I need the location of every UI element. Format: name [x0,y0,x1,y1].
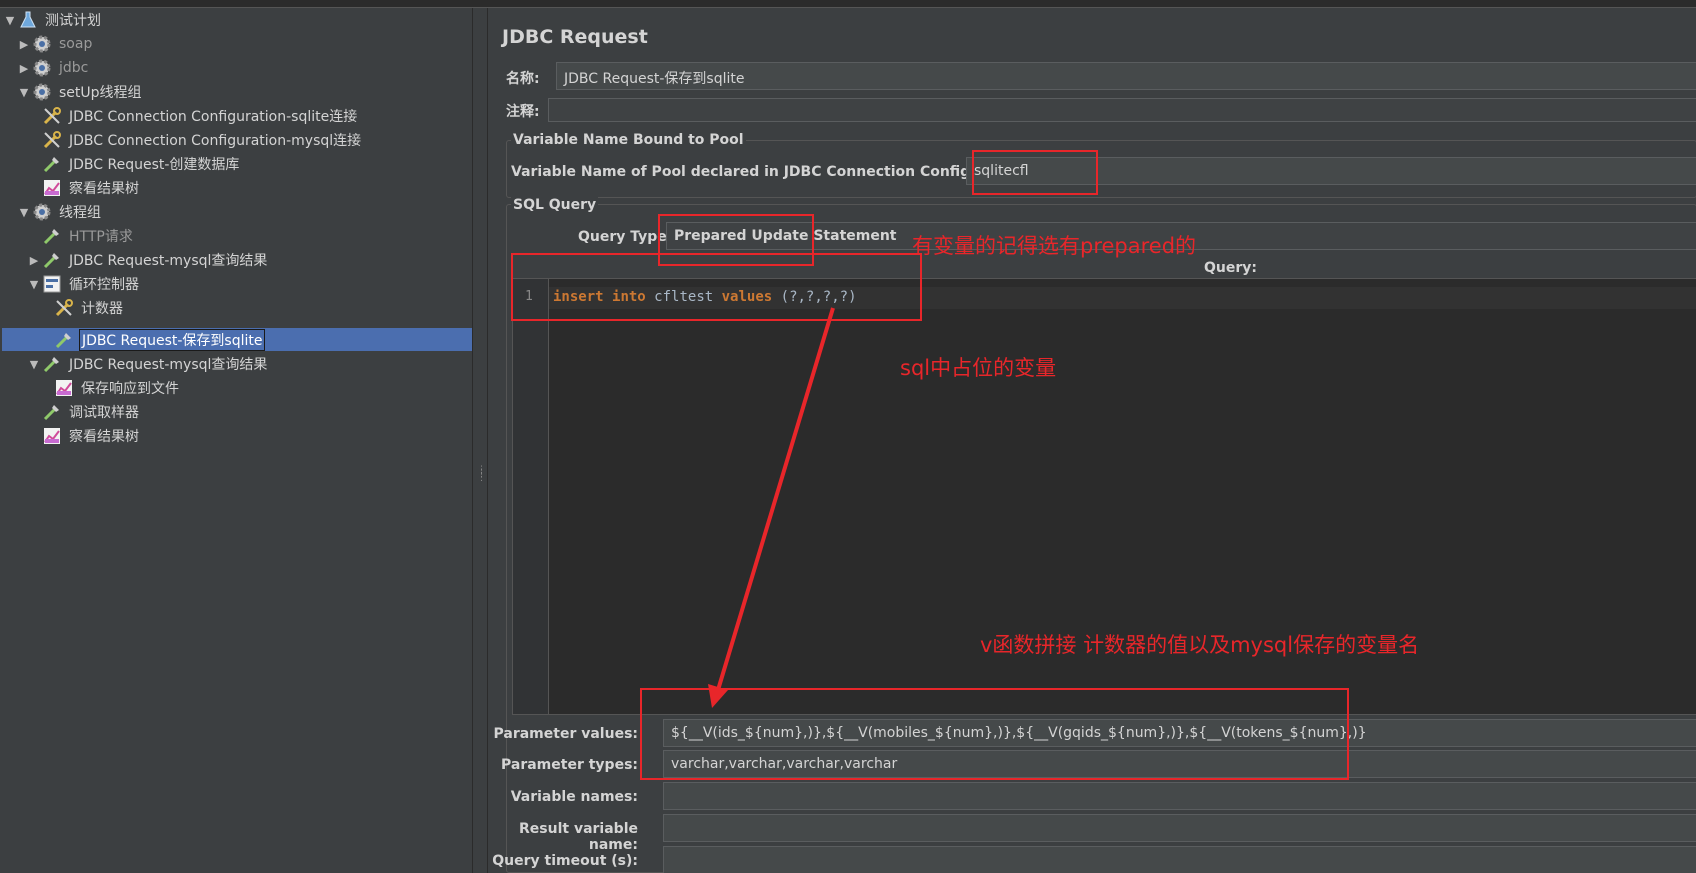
collapse-arrow-icon[interactable]: ▼ [28,278,40,291]
flask-icon [18,10,38,30]
wrench-icon [42,106,62,126]
tree-item-http-request[interactable]: HTTP请求 [28,225,135,247]
name-field[interactable]: JDBC Request-保存到sqlite [556,62,1696,90]
expand-arrow-icon[interactable]: ▶ [18,62,30,75]
tree-item-label: JDBC Connection Configuration-mysql连接 [69,133,362,149]
gear-icon [32,58,52,78]
comment-label: 注释: [506,104,540,120]
tree-item-label: JDBC Request-保存到sqlite [79,329,266,351]
annotation-box-sql [511,253,922,321]
panel-splitter[interactable]: ⋮ ⋮ ⋮ [474,8,486,873]
tree-item-jdbc-config-sqlite[interactable]: JDBC Connection Configuration-sqlite连接 [28,105,359,127]
parameter-types-label: Parameter types: [501,757,638,773]
tree-item-jdbc[interactable]: ▶ jdbc [18,57,90,79]
query-timeout-label: Query timeout (s): [492,853,638,869]
query-timeout-field[interactable] [663,846,1696,873]
gear-icon [32,34,52,54]
tree-item-jdbc-request-save-sqlite[interactable]: JDBC Request-保存到sqlite [40,329,266,351]
tree-item-label: jdbc [59,60,89,76]
expand-arrow-icon[interactable]: ▶ [28,254,40,267]
collapse-arrow-icon[interactable]: ▼ [18,206,30,219]
result-variable-name-label: Result variable name: [519,821,638,853]
pool-label: Variable Name of Pool declared in JDBC C… [511,164,1034,180]
sql-query-group-title: SQL Query [511,197,599,213]
tree-item-label: JDBC Request-创建数据库 [69,157,240,173]
page-title: JDBC Request [502,26,648,48]
pool-group-title: Variable Name Bound to Pool [511,132,746,148]
gear-icon [32,82,52,102]
pipette-icon [42,226,62,246]
test-plan-tree: ▼ 测试计划 ▶ soap ▶ jdbc ▼ setUp线程组 JDBC Con… [0,8,473,873]
tree-item-view-results-tree[interactable]: 察看结果树 [28,177,141,199]
tree-item-thread-group[interactable]: ▼ 线程组 [18,201,103,223]
tree-item-label: 调试取样器 [69,405,139,421]
wrench-icon [42,130,62,150]
tree-item-label: setUp线程组 [59,85,142,101]
tree-item-label: soap [59,36,93,52]
pipette-icon [42,354,62,374]
tree-item-label: 计数器 [81,301,123,317]
query-label: Query: [1204,260,1257,276]
line-number-gutter: 1 [513,279,549,714]
tree-item-label: JDBC Connection Configuration-sqlite连接 [69,109,358,125]
tree-item-loop-controller[interactable]: ▼ 循环控制器 [28,273,141,295]
name-label: 名称: [506,71,540,87]
chart-icon [54,378,74,398]
tree-item-label: JDBC Request-mysql查询结果 [69,253,268,269]
annotation-box-pool [972,150,1098,195]
tree-item-label: 测试计划 [45,13,101,29]
annotation-box-parameters [640,688,1349,780]
top-toolbar-strip [0,0,1696,8]
tree-item-jdbc-config-mysql[interactable]: JDBC Connection Configuration-mysql连接 [28,129,363,151]
variable-names-field[interactable] [663,782,1696,810]
tree-item-jdbc-request-mysql-query[interactable]: ▶ JDBC Request-mysql查询结果 [28,249,269,271]
variable-names-label: Variable names: [510,789,638,805]
expand-arrow-icon[interactable]: ▶ [18,38,30,51]
tree-item-jdbc-request-create-db[interactable]: JDBC Request-创建数据库 [28,153,241,175]
pipette-icon [42,402,62,422]
comment-field[interactable] [548,98,1696,122]
tree-item-label: 循环控制器 [69,277,139,293]
splitter-grip-icon: ⋮ ⋮ ⋮ [477,465,486,483]
tree-item-label: 线程组 [59,205,101,221]
annotation-note-placeholders: sql中占位的变量 [900,356,1057,380]
query-type-label: Query Type [578,229,667,245]
annotation-note-v-function: v函数拼接 计数器的值以及mysql保存的变量名 [980,633,1420,657]
tree-item-view-results-tree-2[interactable]: 察看结果树 [28,425,141,447]
pipette-icon [42,250,62,270]
pipette-icon [54,330,74,350]
tree-item-counter[interactable]: 计数器 [40,297,125,319]
tree-item-jdbc-request-mysql-query-2[interactable]: ▼ JDBC Request-mysql查询结果 [28,353,269,375]
tree-item-label: 察看结果树 [69,429,139,445]
collapse-arrow-icon[interactable]: ▼ [4,14,16,27]
tree-item-label: JDBC Request-mysql查询结果 [69,357,268,373]
tree-item-label: 察看结果树 [69,181,139,197]
pipette-icon [42,154,62,174]
tree-item-label: HTTP请求 [69,229,133,245]
loop-icon [42,274,62,294]
parameter-values-label: Parameter values: [493,726,639,742]
annotation-note-prepared: 有变量的记得选有prepared的 [912,234,1197,258]
tree-item-save-response-to-file[interactable]: 保存响应到文件 [40,377,181,399]
tree-item-setup-thread-group[interactable]: ▼ setUp线程组 [18,81,144,103]
tree-item-soap[interactable]: ▶ soap [18,33,94,55]
result-variable-name-field[interactable] [663,814,1696,842]
collapse-arrow-icon[interactable]: ▼ [28,358,40,371]
chart-icon [42,426,62,446]
wrench-icon [54,298,74,318]
chart-icon [42,178,62,198]
tree-item-test-plan[interactable]: ▼ 测试计划 [4,9,103,31]
collapse-arrow-icon[interactable]: ▼ [18,86,30,99]
tree-item-debug-sampler[interactable]: 调试取样器 [28,401,141,423]
gear-icon [32,202,52,222]
tree-item-label: 保存响应到文件 [81,381,179,397]
